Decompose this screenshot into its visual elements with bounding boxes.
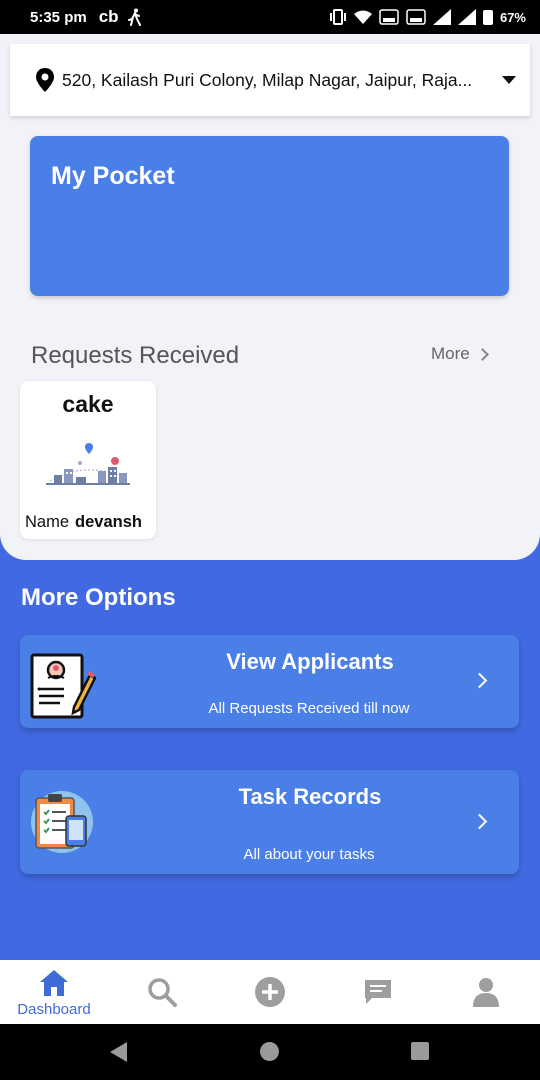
battery-icon	[482, 9, 493, 25]
volte-icon-2	[406, 9, 426, 25]
walk-icon	[127, 8, 141, 26]
task-records-card[interactable]: Task Records All about your tasks	[20, 770, 519, 874]
signal-icon-2	[457, 9, 476, 25]
task-records-title: Task Records	[238, 784, 382, 809]
request-name-row: Name devansh	[25, 513, 142, 532]
home-button-icon[interactable]	[260, 1042, 279, 1061]
request-name-label: Name	[25, 513, 70, 531]
search-icon	[148, 978, 177, 1007]
request-name-value: devansh	[75, 513, 142, 531]
status-right-group: 67%	[329, 9, 526, 25]
view-applicants-title: View Applicants	[226, 649, 394, 674]
home-icon	[40, 969, 68, 996]
status-battery: 67%	[499, 9, 526, 25]
chevron-right-icon	[471, 813, 488, 830]
volte-icon	[379, 9, 399, 25]
top-sheet: 520, Kailash Puri Colony, Milap Nagar, J…	[0, 34, 540, 560]
status-time: 5:35 pm	[30, 8, 87, 26]
more-label: More	[431, 344, 470, 363]
my-pocket-card[interactable]: My Pocket	[30, 136, 509, 296]
system-navigation-bar	[0, 1024, 540, 1080]
chevron-right-icon	[471, 672, 488, 689]
recents-icon[interactable]	[411, 1042, 429, 1060]
requests-section-title: Requests Received	[31, 342, 240, 369]
my-pocket-title: My Pocket	[51, 162, 175, 190]
task-records-subtitle: All about your tasks	[243, 846, 375, 863]
bottom-navigation: Dashboard	[0, 960, 540, 1024]
request-title: cake	[62, 391, 114, 417]
vibrate-icon	[329, 9, 346, 25]
wifi-icon	[353, 10, 372, 24]
location-pin-icon	[36, 68, 54, 92]
address-text: 520, Kailash Puri Colony, Milap Nagar, J…	[62, 69, 473, 90]
add-circle-icon	[255, 977, 285, 1007]
nav-dashboard[interactable]: Dashboard	[0, 960, 108, 1024]
request-card[interactable]: cake Name devansh	[20, 381, 156, 539]
nav-messages[interactable]	[324, 960, 432, 1024]
back-icon[interactable]	[110, 1042, 127, 1062]
city-illustration-icon	[46, 443, 130, 485]
status-bar: 5:35 pm cb 67%	[0, 0, 540, 34]
nav-profile[interactable]	[432, 960, 540, 1024]
more-options-title: More Options	[21, 584, 176, 611]
chevron-right-icon	[475, 347, 489, 361]
chat-icon	[365, 980, 391, 1004]
chevron-down-icon	[502, 76, 516, 84]
nav-search[interactable]	[108, 960, 216, 1024]
status-app-indicator: cb	[98, 7, 119, 26]
nav-dashboard-label: Dashboard	[17, 1000, 91, 1018]
requests-more-link[interactable]: More	[431, 344, 489, 364]
view-applicants-card[interactable]: View Applicants All Requests Received ti…	[20, 635, 519, 728]
address-selector[interactable]: 520, Kailash Puri Colony, Milap Nagar, J…	[10, 44, 530, 116]
nav-add[interactable]	[216, 960, 324, 1024]
view-applicants-subtitle: All Requests Received till now	[208, 700, 410, 717]
signal-icon	[432, 9, 451, 25]
profile-icon	[473, 978, 499, 1007]
